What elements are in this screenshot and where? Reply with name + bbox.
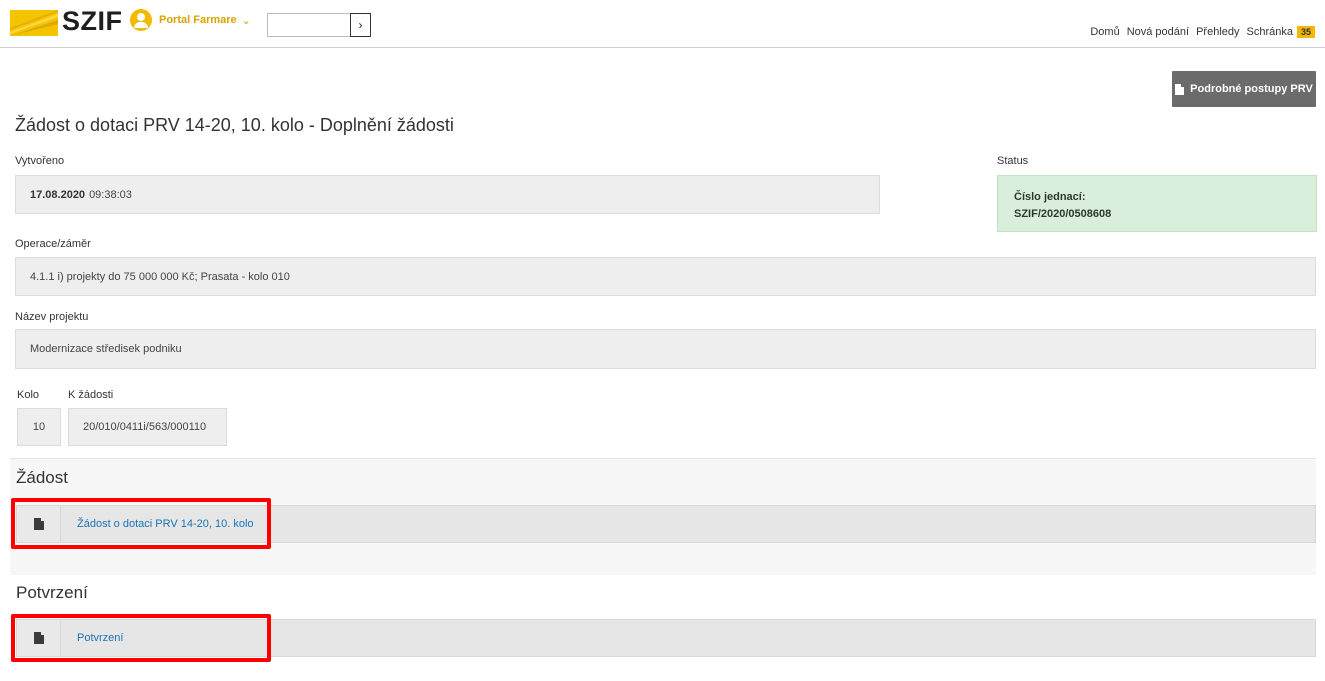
request-value: 20/010/0411i/563/000110 (83, 421, 207, 433)
user-icon (130, 9, 152, 31)
confirmation-section-title: Potvrzení (16, 583, 88, 602)
operation-value: 4.1.1 i) projekty do 75 000 000 Kč; Pras… (30, 270, 290, 283)
top-bar: SZIF Portal Farmare ⌄ › Domů Nová podání… (0, 0, 1325, 48)
top-nav: Domů Nová podání Přehledy Schránka 35 (1083, 26, 1315, 38)
round-value: 10 (32, 421, 46, 433)
nav-home[interactable]: Domů (1090, 26, 1119, 38)
status-badge: Číslo jednací: SZIF/2020/0508608 (997, 175, 1317, 232)
chevron-right-icon: › (358, 18, 363, 32)
search-submit-button[interactable]: › (350, 13, 371, 37)
document-icon (1175, 83, 1185, 95)
nav-inbox[interactable]: Schránka (1247, 26, 1293, 38)
project-name-field: Modernizace středisek podniku (15, 329, 1316, 369)
created-time: 09:38:03 (89, 188, 132, 201)
round-field: 10 (17, 408, 61, 446)
procedures-button[interactable]: Podrobné postupy PRV (1172, 71, 1316, 107)
project-name-label: Název projektu (15, 311, 89, 323)
request-label: K žádosti (68, 389, 114, 401)
request-field: 20/010/0411i/563/000110 (68, 408, 227, 446)
created-label: Vytvořeno (15, 155, 65, 167)
inbox-count-badge[interactable]: 35 (1296, 26, 1315, 38)
request-section-title: Žádost (16, 468, 68, 487)
search-input[interactable]: › (267, 13, 371, 37)
portal-menu[interactable]: Portal Farmare ⌄ (130, 9, 251, 31)
page-title: Žádost o dotaci PRV 14-20, 10. kolo - Do… (15, 115, 454, 135)
created-date: 17.08.2020 (30, 188, 86, 201)
status-reference-number: SZIF/2020/0508608 (1014, 208, 1112, 220)
status-label: Status (997, 155, 1029, 167)
nav-new-submissions[interactable]: Nová podání (1127, 26, 1189, 38)
highlight-frame (11, 614, 271, 662)
procedures-button-label: Podrobné postupy PRV (1190, 83, 1313, 95)
szif-logo-icon[interactable] (10, 10, 58, 36)
operation-label: Operace/záměr (15, 238, 91, 250)
project-name-value: Modernizace středisek podniku (30, 343, 182, 355)
nav-overviews[interactable]: Přehledy (1196, 26, 1239, 38)
portal-label: Portal Farmare (159, 14, 237, 26)
highlight-frame (11, 498, 271, 549)
round-label: Kolo (17, 389, 40, 401)
operation-field: 4.1.1 i) projekty do 75 000 000 Kč; Pras… (15, 257, 1316, 296)
created-field: 17.08.2020 09:38:03 (15, 175, 880, 214)
chevron-down-icon: ⌄ (241, 14, 251, 27)
status-reference-label: Číslo jednací: (1014, 191, 1086, 203)
logo-text[interactable]: SZIF (62, 6, 123, 37)
